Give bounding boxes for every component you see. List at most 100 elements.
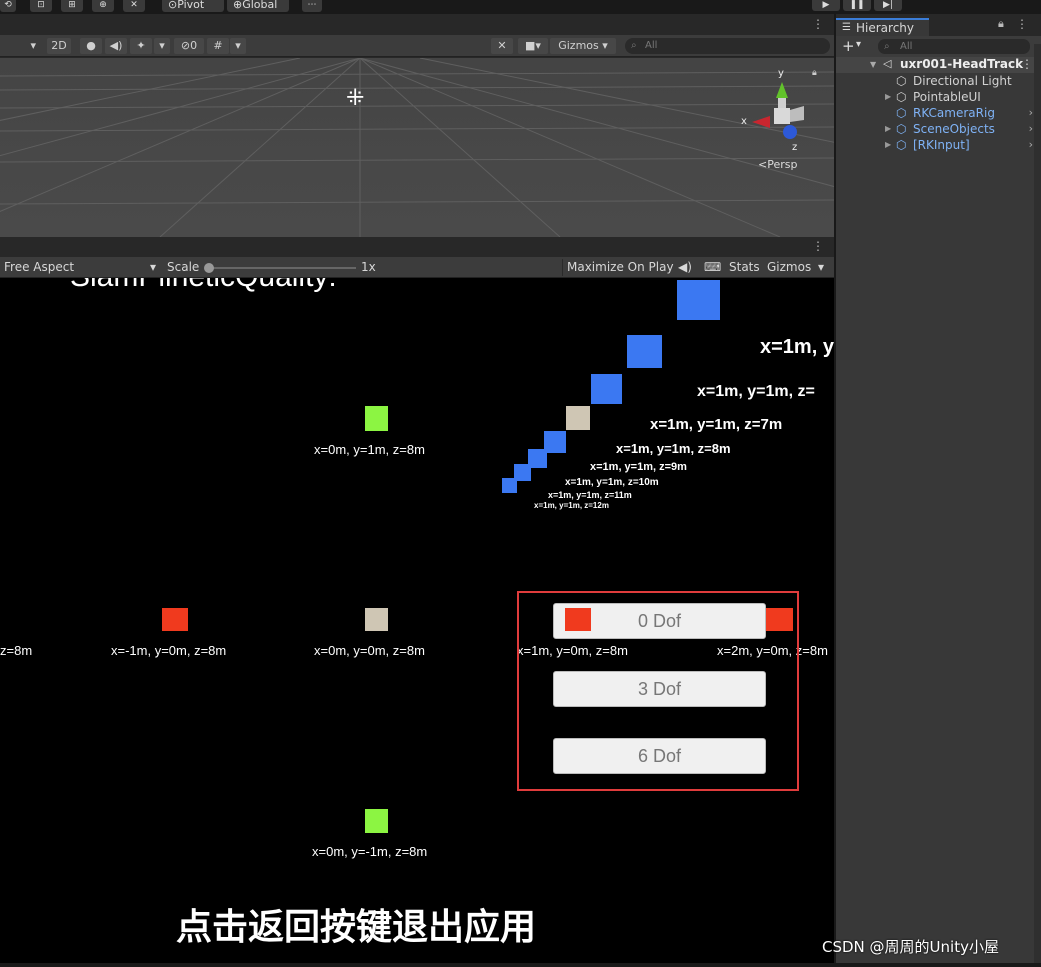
prefab-icon: ⬡ [896, 106, 907, 120]
hierarchy-tabbar: ☰ Hierarchy 🔒︎ ⋮ [836, 14, 1041, 36]
lock-icon[interactable]: 🔒︎ [998, 17, 1004, 31]
game-toolbar: Free Aspect ▾ Scale 1x Maximize On Play … [0, 257, 834, 278]
hierarchy-item[interactable]: ⬡ RKCameraRig › [836, 105, 1041, 121]
panel-menu-icon[interactable]: ⋮ [812, 17, 824, 31]
pivot-toggle[interactable]: ⊙Pivot [162, 0, 224, 12]
cube-blue-z7 [591, 374, 622, 404]
play-button[interactable]: ▶ [812, 0, 840, 11]
cube-beige-center [365, 608, 388, 631]
diag-label-5: x=1m, y=1m, z=9m [590, 461, 687, 473]
prefab-open-icon[interactable]: › [1029, 137, 1033, 153]
eye-slash-icon: ⊘ [180, 39, 191, 52]
hierarchy-item[interactable]: ▶ ⬡ [RKInput] › [836, 137, 1041, 153]
hidden-objects-toggle[interactable]: ⊘0 [174, 38, 204, 54]
scrollbar[interactable] [1034, 44, 1041, 964]
scale-tool-icon[interactable]: ⊞ [61, 0, 83, 12]
aspect-dropdown[interactable]: Free Aspect ▾ [0, 259, 160, 276]
lighting-icon[interactable]: ● [80, 38, 102, 54]
tab-hierarchy[interactable]: ☰ Hierarchy [836, 18, 929, 36]
highlight-box [517, 591, 799, 791]
chevron-down-icon: ▾ [602, 39, 608, 52]
global-toggle[interactable]: ⊕Global [227, 0, 289, 12]
effects-dropdown[interactable]: ▾ [154, 38, 170, 54]
prefab-open-icon[interactable]: › [1029, 105, 1033, 121]
step-icon: ▶| [883, 0, 893, 10]
projection-toggle[interactable]: <Persp [758, 158, 797, 171]
unity-scene-icon: ◁ [883, 57, 892, 70]
pause-icon: ❚❚ [849, 0, 865, 10]
cube-label-center: x=0m, y=0m, z=8m [314, 643, 425, 658]
scene-root-row[interactable]: ▼ ◁ uxr001-HeadTrack ⋮ [836, 57, 1041, 73]
game-panel: ⋮ Free Aspect ▾ Scale 1x Maximize On Pla… [0, 237, 834, 964]
hierarchy-panel: ☰ Hierarchy 🔒︎ ⋮ + ▾ ⌕ All ▼ ◁ uxr001-He… [836, 14, 1041, 964]
keyboard-icon[interactable]: ⌨ [704, 259, 721, 276]
lock-icon[interactable]: 🔒︎ [812, 68, 817, 78]
hierarchy-item-label: PointableUI [913, 90, 981, 104]
diag-label-3: x=1m, y=1m, z=7m [650, 416, 783, 433]
hierarchy-item[interactable]: ▶ ⬡ PointableUI [836, 89, 1041, 105]
chevron-down-icon: ▾ [159, 39, 165, 52]
effects-icon[interactable]: ✦ [130, 38, 152, 54]
watermark: CSDN @周周的Unity小屋 [822, 938, 999, 956]
hierarchy-search-input[interactable]: ⌕ All [878, 39, 1030, 54]
main-toolbar: ⟲ ⊡ ⊞ ⊕ ✕ ⊙Pivot ⊕Global ⋯ ▶ ❚❚ ▶| [0, 0, 1041, 14]
list-icon: ☰ [842, 22, 851, 33]
rotate-tool-icon[interactable]: ⟲ [0, 0, 16, 12]
search-icon: ⌕ [884, 41, 890, 52]
grid-dropdown[interactable]: ▾ [230, 38, 246, 54]
snap-icon[interactable]: ⋯ [302, 0, 322, 12]
game-gizmos-toggle[interactable]: Gizmos [767, 259, 811, 276]
transform-tool-icon[interactable]: ⊕ [92, 0, 114, 12]
panel-menu-icon[interactable]: ⋮ [1016, 17, 1028, 31]
gameobject-icon: ⬡ [896, 74, 907, 88]
pause-button[interactable]: ❚❚ [843, 0, 871, 11]
rect-tool-icon[interactable]: ⊡ [30, 0, 52, 12]
scene-search-input[interactable]: ⌕ All [625, 38, 830, 54]
step-button[interactable]: ▶| [874, 0, 902, 11]
mute-audio-icon[interactable]: ◀) [678, 259, 692, 276]
hierarchy-item[interactable]: ▶ ⬡ SceneObjects › [836, 121, 1041, 137]
game-viewport[interactable]: SlamPlineticQuality: x=1m, y x=1m, y=1m,… [0, 278, 834, 964]
diag-label-1: x=1m, y [760, 336, 834, 358]
camera-gizmo-icon[interactable]: ⁜ [346, 88, 364, 110]
stats-toggle[interactable]: Stats [729, 259, 760, 276]
expanded-arrow-icon[interactable]: ▼ [870, 60, 876, 69]
maximize-on-play-toggle[interactable]: Maximize On Play [562, 259, 674, 276]
scene-menu-icon[interactable]: ⋮ [1021, 57, 1033, 71]
cube-blue-z12 [502, 478, 517, 493]
collapsed-arrow-icon[interactable]: ▶ [885, 89, 891, 105]
hierarchy-item[interactable]: ⬡ Directional Light [836, 73, 1041, 89]
mode-2d-button[interactable]: 2D [47, 38, 71, 54]
pivot-icon: ⊙ [168, 0, 178, 11]
collapsed-arrow-icon[interactable]: ▶ [885, 121, 891, 137]
draw-mode-dropdown[interactable]: ▾ [0, 38, 40, 54]
panel-menu-icon[interactable]: ⋮ [812, 239, 824, 253]
scene-gizmos-dropdown[interactable]: Gizmos ▾ [550, 38, 616, 54]
grid-icon[interactable]: # [207, 38, 229, 54]
game-tabbar: ⋮ [0, 237, 834, 257]
search-icon: ⌕ [631, 40, 637, 51]
add-icon[interactable]: + [842, 37, 855, 55]
prefab-open-icon[interactable]: › [1029, 121, 1033, 137]
cube-blue-z6 [627, 335, 662, 368]
scene-grid [0, 58, 834, 237]
scene-panel: ⋮ ▾ 2D ● ◀) ✦ ▾ ⊘0 # ▾ ✕ ■▾ Gizmos ▾ ⌕ A… [0, 14, 834, 237]
chevron-down-icon[interactable]: ▾ [818, 259, 824, 276]
hierarchy-toolbar: + ▾ ⌕ All [836, 36, 1041, 57]
hierarchy-item-label: [RKInput] [913, 138, 970, 152]
tools-icon[interactable]: ✕ [491, 38, 513, 54]
scene-viewport[interactable]: ⁜ y x z <Persp 🔒︎ [0, 58, 834, 237]
chevron-down-icon[interactable]: ▾ [856, 39, 861, 50]
collapsed-arrow-icon[interactable]: ▶ [885, 137, 891, 153]
chevron-down-icon: ▾ [30, 39, 36, 52]
custom-tool-icon[interactable]: ✕ [123, 0, 145, 12]
prefab-icon: ⬡ [896, 138, 907, 152]
audio-icon[interactable]: ◀) [105, 38, 127, 54]
scale-slider-handle[interactable] [204, 263, 214, 273]
diag-label-8: x=1m, y=1m, z=12m [534, 501, 609, 510]
scene-tabbar: ⋮ [0, 14, 834, 35]
camera-icon[interactable]: ■▾ [518, 38, 548, 54]
orientation-gizmo[interactable]: y x z <Persp [740, 66, 820, 176]
scale-slider[interactable] [204, 263, 356, 273]
chevron-down-icon: ▾ [235, 39, 241, 52]
